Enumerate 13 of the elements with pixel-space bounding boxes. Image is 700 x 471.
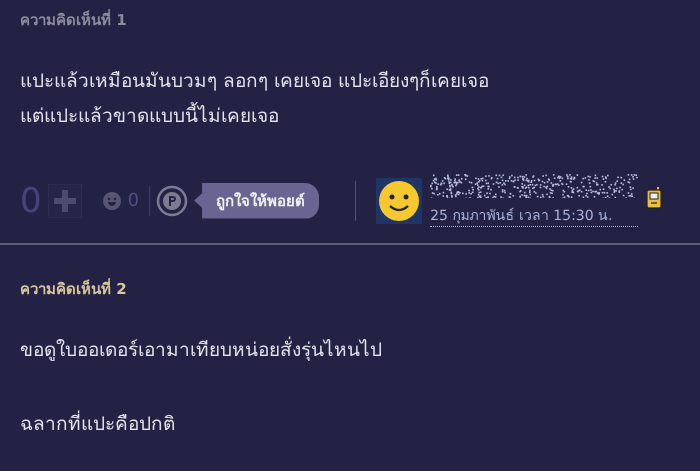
tooltip: ถูกใจให้พอยต์ bbox=[194, 182, 320, 218]
comment-number: ความคิดเห็นที่ 2 bbox=[20, 277, 128, 300]
comment-text: ฉลากที่แปะคือปกติ bbox=[20, 407, 680, 442]
avatar[interactable] bbox=[376, 178, 422, 224]
post-date[interactable]: 25 กุมภาพันธ์ เวลา 15:30 น. bbox=[430, 204, 638, 227]
comment-text: แปะแล้วเหมือนมันบวมๆ ลอกๆ เคยเจอ แปะเอียงๆก็เคยเจอ แต่แปะแล้วขาดแบบนี้ไม่เคยเจอ bbox=[20, 68, 490, 129]
phone-icon bbox=[646, 186, 662, 208]
plus-icon bbox=[54, 190, 76, 212]
point-icon[interactable] bbox=[156, 184, 188, 216]
comment-text: ขอดูใบออเดอร์เอามาเทียบหน่อยสั่งรุ่นไหนไป bbox=[20, 333, 680, 368]
comment-number: ความคิดเห็นที่ 1 bbox=[20, 8, 128, 31]
emoji-icon[interactable] bbox=[102, 190, 122, 210]
emotion-count: 0 bbox=[128, 190, 140, 211]
